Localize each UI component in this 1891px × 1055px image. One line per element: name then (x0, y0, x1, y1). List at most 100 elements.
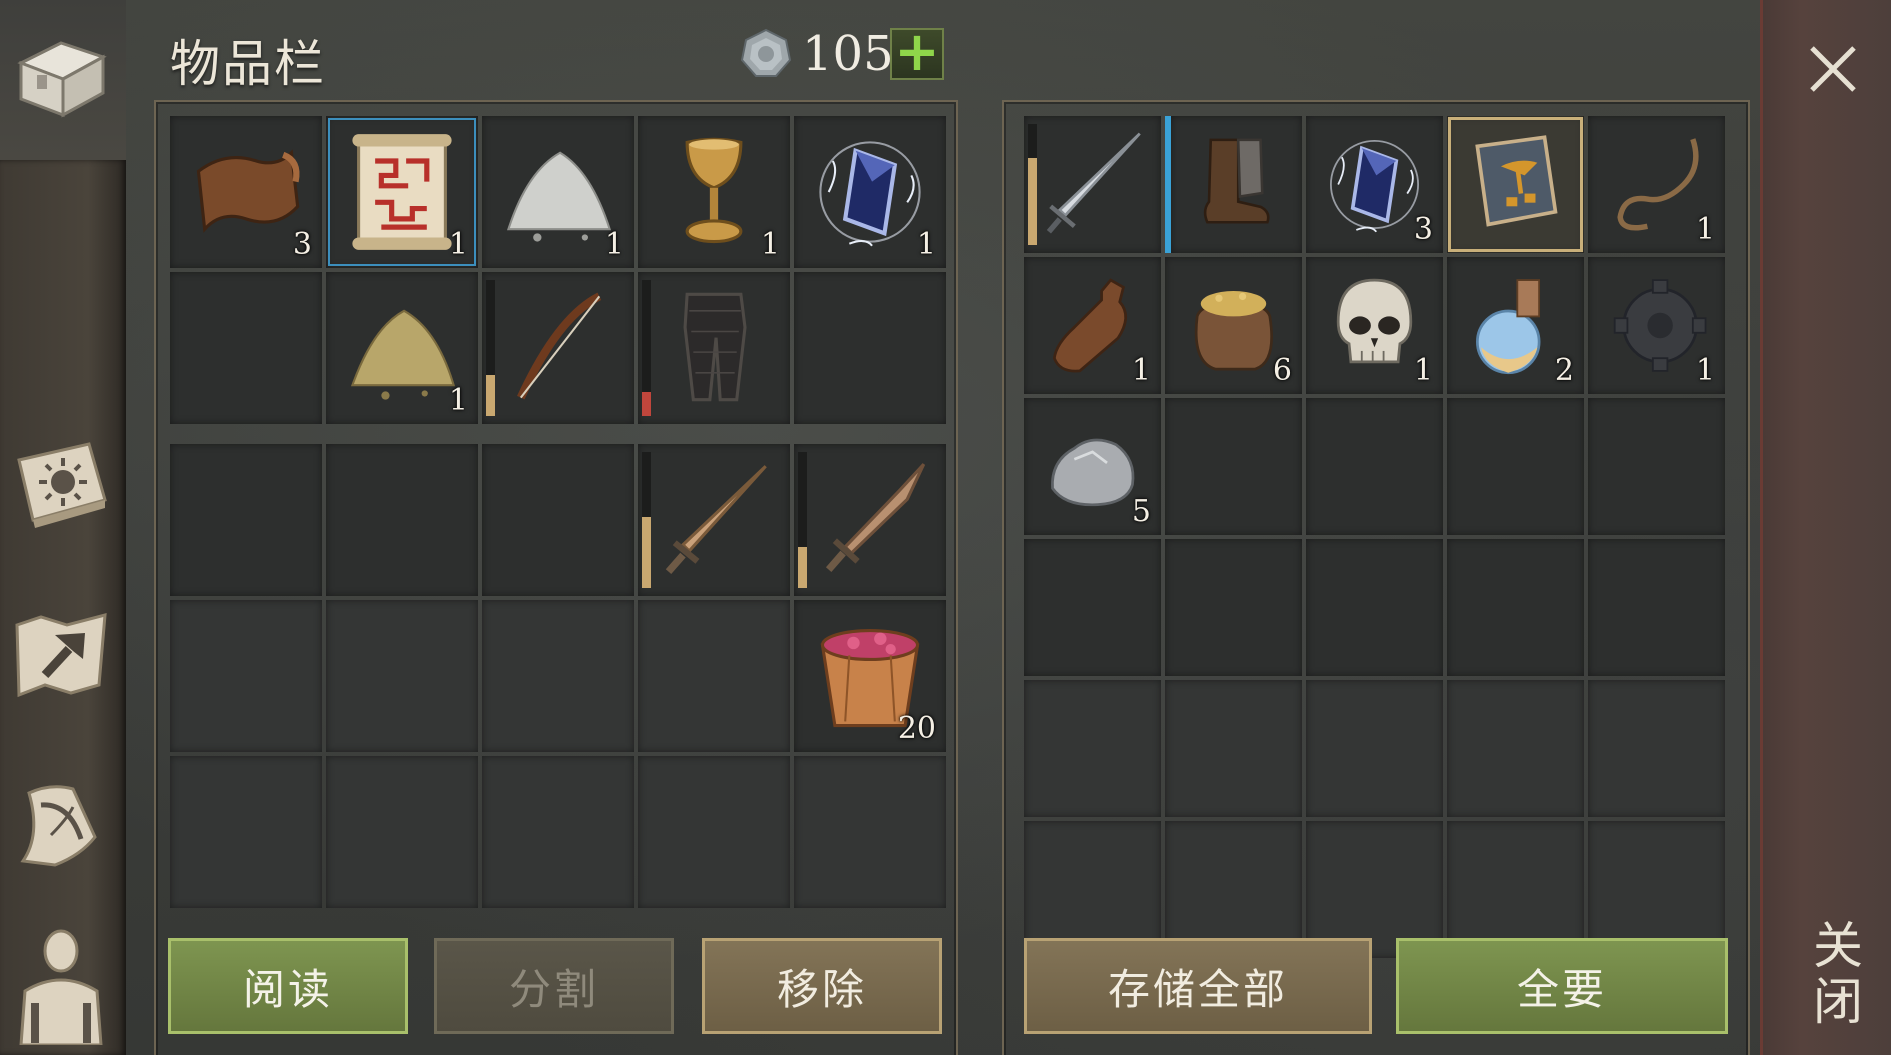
empty-slot[interactable] (482, 444, 634, 596)
slot-skull[interactable]: 1 (1306, 257, 1443, 394)
empty-slot[interactable] (1306, 539, 1443, 676)
rope-icon (1602, 124, 1711, 245)
slot-chain-leggings[interactable] (638, 272, 790, 424)
empty-slot[interactable] (326, 600, 478, 752)
empty-slot[interactable] (1588, 398, 1725, 535)
empty-slot[interactable] (1306, 680, 1443, 817)
item-count: 2 (1554, 353, 1574, 388)
golden-goblet-icon (652, 124, 776, 260)
empty-slot[interactable] (170, 600, 322, 752)
slot-berry-bucket[interactable]: 20 (794, 600, 946, 752)
read-button[interactable]: 阅读 (168, 938, 408, 1034)
slot-grain-sack[interactable]: 6 (1165, 257, 1302, 394)
empty-slot[interactable] (638, 756, 790, 908)
short-sword-icon (808, 452, 932, 588)
empty-slot[interactable] (1165, 680, 1302, 817)
durability-bar (642, 452, 651, 588)
sun-book-icon[interactable] (6, 425, 116, 535)
empty-slot[interactable] (326, 756, 478, 908)
empty-slot[interactable] (1165, 398, 1302, 535)
empty-slot[interactable] (170, 756, 322, 908)
leather-icon (184, 124, 308, 260)
item-count: 3 (292, 227, 312, 262)
slot-iron-gears[interactable]: 1 (1588, 257, 1725, 394)
item-count: 1 (1695, 353, 1715, 388)
slot-potion-flask[interactable]: 2 (1447, 257, 1584, 394)
salt-pile-icon (496, 124, 620, 260)
close-label[interactable]: 关闭 (1808, 918, 1868, 1030)
durability-bar (486, 280, 495, 416)
empty-slot[interactable] (794, 756, 946, 908)
durability-bar (642, 280, 651, 416)
hammer-map-icon[interactable] (6, 598, 116, 708)
empty-slot[interactable] (638, 600, 790, 752)
empty-slot[interactable] (170, 444, 322, 596)
grain-sack-icon (1179, 265, 1288, 386)
sidebar (0, 0, 126, 1055)
stone-icon (1038, 406, 1147, 527)
empty-slot[interactable] (1447, 539, 1584, 676)
empty-slot[interactable] (1306, 398, 1443, 535)
item-count: 1 (604, 227, 624, 262)
empty-slot[interactable] (482, 756, 634, 908)
character-icon[interactable] (6, 929, 116, 1045)
slot-bow[interactable] (482, 272, 634, 424)
grid-spacer (794, 428, 946, 440)
slot-blue-crystal[interactable]: 1 (794, 116, 946, 268)
empty-slot[interactable] (1024, 680, 1161, 817)
item-count: 3 (1413, 212, 1433, 247)
empty-slot[interactable] (1447, 680, 1584, 817)
slot-bronze-sword[interactable] (638, 444, 790, 596)
blue-crystal-icon (808, 124, 932, 260)
item-count: 6 (1272, 353, 1292, 388)
durability-bar (1028, 124, 1037, 245)
slot-stone[interactable]: 5 (1024, 398, 1161, 535)
steel-sword-icon (1038, 124, 1147, 245)
slot-golden-goblet[interactable]: 1 (638, 116, 790, 268)
empty-slot[interactable] (794, 272, 946, 424)
sand-pile-icon (340, 280, 464, 416)
remove-button[interactable]: 移除 (702, 938, 942, 1034)
blue-crystal-icon (1320, 124, 1429, 245)
slot-recipe-book[interactable] (1447, 116, 1584, 253)
add-silver-button[interactable]: + (890, 25, 944, 80)
chain-leggings-icon (652, 280, 776, 416)
empty-slot[interactable] (1588, 680, 1725, 817)
split-button[interactable]: 分割 (434, 938, 674, 1034)
page-title: 物品栏 (170, 35, 326, 93)
take-all-button[interactable]: 全要 (1396, 938, 1728, 1034)
empty-slot[interactable] (170, 272, 322, 424)
empty-slot[interactable] (1447, 398, 1584, 535)
close-strip[interactable] (1760, 0, 1891, 1055)
slot-short-sword[interactable] (794, 444, 946, 596)
bronze-sword-icon (652, 452, 776, 588)
item-count: 1 (448, 227, 468, 262)
item-count: 20 (897, 711, 936, 746)
empty-slot[interactable] (1024, 539, 1161, 676)
grid-spacer (482, 428, 634, 440)
item-count: 1 (1695, 212, 1715, 247)
slot-steel-sword[interactable] (1024, 116, 1161, 253)
silver-coin-icon (740, 28, 792, 80)
skull-icon (1320, 265, 1429, 386)
durability-bar (798, 452, 807, 588)
slot-leather[interactable]: 3 (170, 116, 322, 268)
empty-slot[interactable] (482, 600, 634, 752)
sidebar-tab-inventory[interactable] (0, 0, 126, 160)
slot-sand-pile[interactable]: 1 (326, 272, 478, 424)
slot-leather-boots[interactable] (1165, 116, 1302, 253)
slot-rope[interactable]: 1 (1588, 116, 1725, 253)
empty-slot[interactable] (326, 444, 478, 596)
empty-slot[interactable] (1165, 539, 1302, 676)
quill-scroll-icon[interactable] (6, 770, 116, 880)
slot-salt-pile[interactable]: 1 (482, 116, 634, 268)
slot-red-scroll[interactable]: 1 (326, 116, 478, 268)
slot-blue-crystal[interactable]: 3 (1306, 116, 1443, 253)
close-icon[interactable] (1800, 36, 1866, 102)
red-scroll-icon (340, 124, 464, 260)
store-all-button[interactable]: 存储全部 (1024, 938, 1372, 1034)
item-count: 1 (1413, 353, 1433, 388)
slot-leather-flask[interactable]: 1 (1024, 257, 1161, 394)
empty-slot[interactable] (1588, 539, 1725, 676)
inventory-grid: 3 1 1 1 1 1 20 (170, 116, 946, 908)
